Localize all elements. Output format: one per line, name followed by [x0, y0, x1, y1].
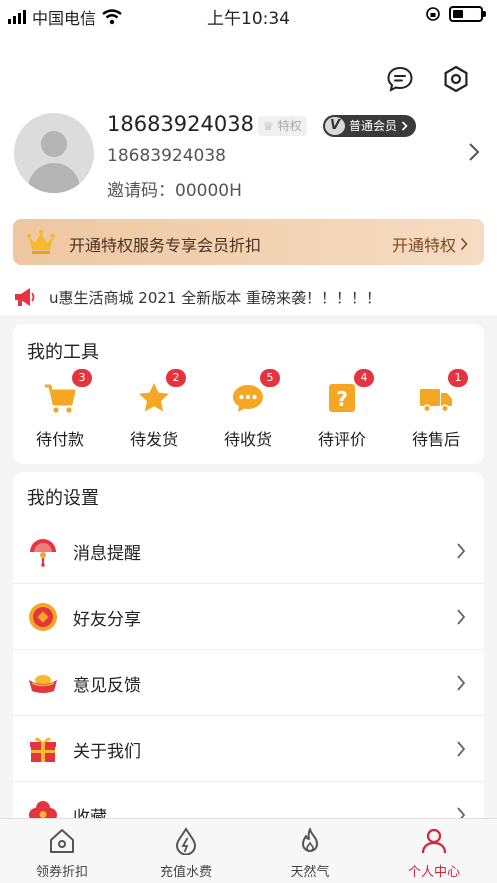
tool-badge: 5 — [260, 369, 280, 387]
tool-label: 待售后 — [411, 430, 460, 449]
chevron-right-icon — [401, 121, 408, 131]
settings-icon[interactable] — [441, 64, 471, 94]
avatar[interactable] — [14, 113, 94, 193]
svg-text:?: ? — [336, 387, 348, 411]
tool-pending-review[interactable]: ? 4 待评价 — [302, 369, 382, 450]
megaphone-icon — [15, 288, 35, 306]
settings-row-label: 好友分享 — [73, 610, 141, 630]
tool-after-sales[interactable]: 1 待售后 — [396, 369, 476, 450]
tool-badge: 3 — [72, 369, 92, 387]
settings-row-favorites[interactable]: 收藏 — [13, 782, 484, 818]
vip-open-button[interactable]: 开通特权 — [392, 232, 468, 256]
settings-card: 我的设置 消息提醒 好友分享 意见反馈 关于我们 收藏 — [13, 472, 484, 818]
vip-open-label: 开通特权 — [391, 236, 456, 255]
vip-banner-text: 开通特权服务专享会员折扣 — [69, 236, 262, 255]
tool-label: 待收货 — [223, 430, 272, 449]
message-icon[interactable] — [385, 64, 415, 94]
tab-label: 领券折扣 — [35, 865, 88, 880]
tab-label: 充值水费 — [159, 865, 212, 880]
settings-title: 我的设置 — [27, 488, 99, 509]
tools-title: 我的工具 — [27, 342, 99, 363]
status-right — [425, 6, 486, 22]
tab-water-bill[interactable]: 充值水费 — [124, 819, 248, 883]
profile-header: 18683924038 ♕ 特权 V 普通会员 18683924038 邀请码：… — [0, 30, 497, 315]
tab-natural-gas[interactable]: 天然气 — [248, 819, 372, 883]
tab-bar: 领券折扣 充值水费 天然气 个人中心 — [0, 818, 497, 883]
tool-badge: 1 — [448, 369, 468, 387]
crown-icon — [26, 229, 56, 254]
tool-label: 待评价 — [317, 430, 366, 449]
tool-pending-shipment[interactable]: 2 待发货 — [114, 369, 194, 450]
vip-v-icon: V — [325, 117, 345, 135]
home-icon — [50, 829, 74, 853]
question-icon: ? — [329, 384, 355, 412]
orientation-lock-icon — [426, 7, 440, 21]
chevron-right-icon — [460, 237, 468, 251]
privilege-badge: ♕ 特权 — [258, 116, 307, 136]
notice-bar[interactable]: u惠生活商城 2021 全新版本 重磅来袭！！！！！ — [13, 284, 381, 310]
cart-icon — [45, 384, 76, 413]
privilege-label: 特权 — [277, 119, 302, 133]
truck-icon — [420, 389, 452, 413]
user-id: 18683924038 — [107, 146, 226, 166]
gift-icon — [30, 737, 56, 762]
battery-icon — [449, 6, 486, 22]
tab-label: 天然气 — [290, 865, 330, 880]
flower-icon — [29, 801, 57, 818]
status-bar: 中国电信 上午10:34 — [0, 0, 497, 30]
profile-chevron-icon[interactable] — [468, 142, 480, 162]
chevron-right-icon — [457, 741, 466, 757]
settings-row-feedback[interactable]: 意见反馈 — [13, 650, 484, 716]
tool-label: 待发货 — [129, 430, 178, 449]
tab-coupons[interactable]: 领券折扣 — [0, 819, 124, 883]
chat-bubble-icon — [233, 385, 263, 412]
star-icon — [139, 383, 169, 412]
tool-pending-receipt[interactable]: 5 待收货 — [208, 369, 288, 450]
tool-badge: 2 — [166, 369, 186, 387]
settings-row-label: 意见反馈 — [73, 676, 141, 696]
settings-row-label: 收藏 — [73, 808, 107, 818]
chevron-right-icon — [457, 609, 466, 625]
ingot-icon — [29, 675, 57, 693]
settings-row-notifications[interactable]: 消息提醒 — [13, 518, 484, 584]
water-drop-icon — [175, 827, 197, 856]
coin-icon — [29, 603, 57, 631]
invite-code: 邀请码：00000H — [107, 181, 242, 201]
settings-row-share[interactable]: 好友分享 — [13, 584, 484, 650]
chevron-right-icon — [457, 543, 466, 559]
member-level-label: 普通会员 — [349, 119, 398, 133]
tool-badge: 4 — [354, 369, 374, 387]
notice-text: u惠生活商城 2021 全新版本 重磅来袭！！！！！ — [49, 288, 381, 307]
username: 18683924038 — [107, 112, 254, 136]
clock: 上午10:34 — [207, 9, 290, 29]
member-level-badge[interactable]: V 普通会员 — [323, 115, 417, 137]
chevron-right-icon — [457, 807, 466, 818]
fan-icon — [30, 539, 56, 567]
tools-card: 我的工具 3 待付款 2 待发货 5 待收货 ? 4 待评价 1 待售后 — [13, 324, 484, 464]
person-icon — [421, 828, 447, 854]
settings-row-label: 消息提醒 — [73, 544, 141, 564]
flame-icon — [302, 828, 318, 852]
tab-profile[interactable]: 个人中心 — [372, 819, 496, 883]
tab-label: 个人中心 — [407, 865, 460, 880]
tool-pending-payment[interactable]: 3 待付款 — [20, 369, 100, 450]
tool-label: 待付款 — [35, 430, 84, 449]
vip-banner[interactable]: 开通特权服务专享会员折扣 开通特权 — [13, 219, 484, 265]
settings-row-about[interactable]: 关于我们 — [13, 716, 484, 782]
settings-row-label: 关于我们 — [73, 742, 141, 762]
chevron-right-icon — [457, 675, 466, 691]
